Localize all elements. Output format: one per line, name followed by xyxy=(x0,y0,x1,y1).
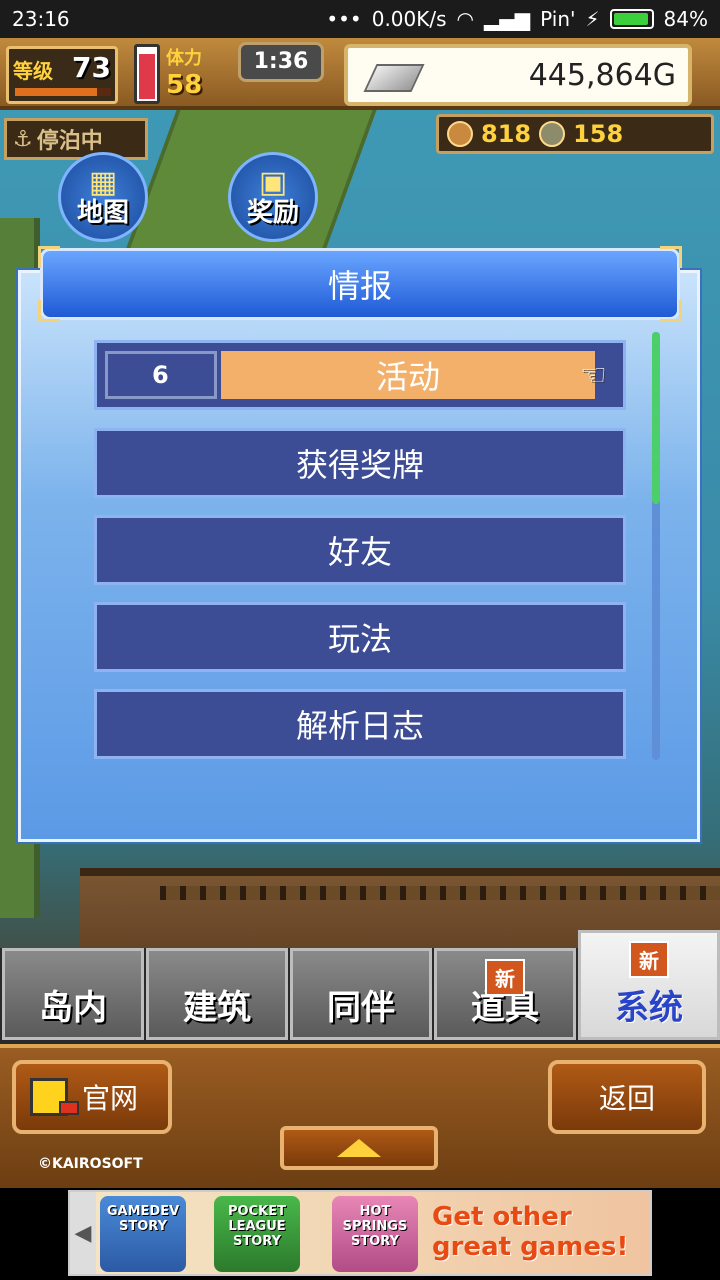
panel-corner-decoration xyxy=(38,300,60,322)
official-label: 官网 xyxy=(82,1082,139,1115)
stamina-value: 58 xyxy=(166,70,203,100)
status-bar: 23:16 ••• 0.00K/s ◠ ▂▄▆ Pin' ⚡ 84% xyxy=(0,0,720,38)
expand-up-button[interactable] xyxy=(280,1126,438,1170)
status-icons: ••• 0.00K/s ◠ ▂▄▆ Pin' ⚡ 84% xyxy=(326,7,708,31)
bottom-tabs: 岛内 建筑 同伴 新 道具 新 系统 xyxy=(0,930,720,1044)
docked-status: ⚓ 停泊中 xyxy=(4,118,148,160)
menu-item-label: 获得奖牌 xyxy=(295,446,424,484)
resource-b-value: 158 xyxy=(573,120,624,148)
tab-items[interactable]: 新 道具 xyxy=(434,948,576,1040)
reward-button[interactable]: ▣ 奖励 xyxy=(228,152,318,242)
money-value: 445,864G xyxy=(528,58,676,93)
menu-item-label: 玩法 xyxy=(327,620,392,658)
menu-item-label: 活动 xyxy=(221,351,595,399)
panel-corner-decoration xyxy=(660,246,682,268)
ad-game-gamedev[interactable]: GAMEDEV STORY xyxy=(100,1196,186,1272)
tab-crew[interactable]: 同伴 xyxy=(290,948,432,1040)
docked-label: 停泊中 xyxy=(36,129,103,154)
tab-label: 同伴 xyxy=(327,988,395,1028)
level-value: 73 xyxy=(72,51,111,84)
menu-item-log[interactable]: 解析日志 xyxy=(94,689,626,759)
ad-cta[interactable]: Get other great games! xyxy=(432,1202,648,1262)
hand-pointer-icon: ☜ xyxy=(580,358,607,393)
official-site-button[interactable]: 官网 xyxy=(12,1060,172,1134)
coin-icon xyxy=(539,121,566,147)
level-progress-bar xyxy=(15,88,111,96)
stamina-timer: 1:36 xyxy=(238,42,324,82)
tab-label: 岛内 xyxy=(39,988,107,1028)
battery-icon xyxy=(609,9,654,29)
map-icon: ▦ xyxy=(88,165,118,200)
copyright: ©KAIROSOFT xyxy=(38,1156,143,1172)
menu-item-how-to-play[interactable]: 玩法 xyxy=(94,602,626,672)
panel-title: 情报 xyxy=(40,248,680,320)
menu-item-medals[interactable]: 获得奖牌 xyxy=(94,428,626,498)
tab-build[interactable]: 建筑 xyxy=(146,948,288,1040)
network-speed: 0.00K/s xyxy=(371,7,447,31)
tab-label: 系统 xyxy=(615,988,683,1028)
top-hud: 等级 73 体力 58 1:36 445,864G xyxy=(0,38,720,110)
gift-icon: ▣ xyxy=(258,165,288,200)
level-box: 等级 73 xyxy=(6,46,118,104)
menu-item-friends[interactable]: 好友 xyxy=(94,515,626,585)
tab-system[interactable]: 新 系统 xyxy=(578,930,720,1040)
event-count: 6 xyxy=(105,351,217,399)
up-arrow-icon xyxy=(337,1139,381,1157)
menu-item-label: 解析日志 xyxy=(295,707,424,745)
clock: 23:16 xyxy=(12,7,70,31)
signal-icon: ▂▄▆ xyxy=(483,7,531,31)
charging-icon: ⚡ xyxy=(585,7,600,31)
ad-game-hot-springs[interactable]: HOT SPRINGS STORY xyxy=(332,1196,418,1272)
scrollbar-thumb[interactable] xyxy=(652,332,660,504)
menu-item-label: 好友 xyxy=(327,533,392,571)
map-button[interactable]: ▦ 地图 xyxy=(58,152,148,242)
kairo-face-icon xyxy=(30,1078,79,1116)
ad-prev-icon[interactable]: ◀ xyxy=(70,1192,96,1274)
level-label: 等级 xyxy=(13,59,53,83)
resource-box: 818 158 xyxy=(436,114,714,154)
anchor-icon: ⚓ xyxy=(13,126,33,152)
stamina-gauge xyxy=(134,44,160,104)
wifi-icon: ◠ xyxy=(456,7,474,31)
back-label: 返回 xyxy=(598,1082,655,1115)
stamina-label: 体力 xyxy=(166,48,202,69)
battery-percent: 84% xyxy=(663,7,708,31)
panel-corner-decoration xyxy=(660,300,682,322)
menu-item-events[interactable]: 6 活动 xyxy=(94,340,626,410)
stamina-box: 体力 58 xyxy=(166,44,234,104)
game-screen: 23:16 ••• 0.00K/s ◠ ▂▄▆ Pin' ⚡ 84% 等级 73… xyxy=(0,0,720,1280)
new-badge: 新 xyxy=(629,941,669,978)
carrier: Pin' xyxy=(540,7,576,31)
back-button[interactable]: 返回 xyxy=(548,1060,706,1134)
new-badge: 新 xyxy=(485,959,525,996)
tab-island[interactable]: 岛内 xyxy=(2,948,144,1040)
ship-rail xyxy=(160,886,720,900)
ad-banner[interactable]: ◀ GAMEDEV STORY POCKET LEAGUE STORY HOT … xyxy=(68,1190,652,1276)
resource-a-value: 818 xyxy=(481,120,532,148)
money-box: 445,864G xyxy=(344,44,692,106)
wood-icon xyxy=(447,121,473,147)
panel-corner-decoration xyxy=(38,246,60,268)
tab-label: 建筑 xyxy=(183,988,251,1028)
more-dots-icon: ••• xyxy=(326,7,362,31)
silver-bar-icon xyxy=(363,64,425,92)
ad-game-pocket-league[interactable]: POCKET LEAGUE STORY xyxy=(214,1196,300,1272)
